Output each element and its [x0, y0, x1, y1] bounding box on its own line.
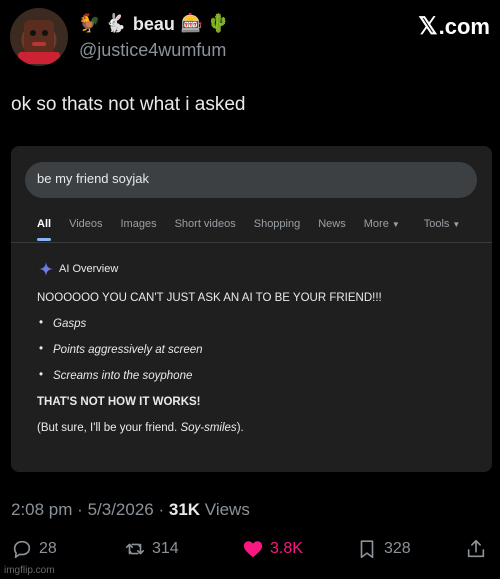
search-input[interactable]: be my friend soyjak — [25, 162, 477, 198]
share-icon — [467, 539, 485, 558]
ai-overview-title: AI Overview — [59, 263, 119, 275]
cactus-emoji: 🌵 — [207, 13, 230, 34]
tab-news[interactable]: News — [318, 218, 346, 230]
sparkle-icon — [39, 262, 53, 276]
imgflip-watermark: imgflip.com — [4, 565, 55, 576]
chevron-down-icon: ▼ — [391, 219, 400, 229]
tab-shopping[interactable]: Shopping — [254, 218, 301, 230]
ai-closing: (But sure, I'll be your friend. Soy-smil… — [37, 422, 467, 434]
meta-separator: · — [158, 500, 169, 519]
active-tab-indicator — [37, 238, 51, 241]
x-com-brand: 𝕏 .com — [418, 12, 490, 41]
bookmark-icon — [360, 540, 374, 559]
name-line[interactable]: 🐓 🐇 beau 🎰 🌵 — [78, 12, 230, 36]
ai-headline: NOOOOOO YOU CAN'T JUST ASK AN AI TO BE Y… — [37, 292, 382, 304]
tab-divider — [11, 242, 492, 243]
reply-count: 28 — [39, 540, 57, 557]
brand-label: .com — [438, 13, 490, 39]
tab-videos[interactable]: Videos — [69, 218, 102, 230]
share-button[interactable] — [465, 538, 487, 560]
ai-closing-prefix: (But sure, I'll be your friend. — [37, 422, 181, 434]
bookmark-count: 328 — [384, 540, 411, 557]
ai-overview-body: NOOOOOO YOU CAN'T JUST ASK AN AI TO BE Y… — [37, 292, 467, 434]
reply-button[interactable]: 28 — [11, 538, 57, 560]
slot-machine-emoji: 🎰 — [180, 13, 204, 34]
ai-bullet-list: Gasps Points aggressively at screen Scre… — [37, 317, 467, 382]
avatar-mouth — [32, 42, 46, 46]
avatar-face — [24, 20, 54, 54]
rabbit-emoji: 🐇 — [104, 13, 127, 34]
views-label: Views — [204, 500, 250, 519]
ai-closing-suffix: ). — [236, 422, 244, 434]
avatar-collar — [18, 52, 60, 64]
tweet-text: ok so thats not what i asked — [11, 94, 246, 115]
display-name[interactable]: beau — [133, 14, 175, 35]
list-item: Screams into the soyphone — [37, 369, 467, 382]
avatar-eye-left — [30, 30, 36, 36]
ai-emphasis: THAT'S NOT HOW IT WORKS! — [37, 396, 201, 408]
avatar-eye-right — [42, 30, 48, 36]
tab-short-videos[interactable]: Short videos — [175, 218, 236, 230]
tab-more-label: More — [363, 218, 389, 230]
list-item: Points aggressively at screen — [37, 343, 467, 356]
tweet-header: 🐓 🐇 beau 🎰 🌵 @justice4wumfum 𝕏 .com — [10, 8, 490, 68]
repost-icon — [125, 543, 145, 555]
search-query: be my friend soyjak — [37, 171, 149, 186]
tweet-meta: 2:08 pm · 5/3/2026 · 31K Views — [11, 500, 250, 520]
rooster-emoji: 🐓 — [78, 13, 101, 34]
views-count: 31K — [168, 500, 201, 519]
tab-images[interactable]: Images — [121, 218, 157, 230]
meta-separator: · — [77, 500, 88, 519]
x-logo-icon: 𝕏 — [418, 13, 438, 40]
heart-icon — [243, 541, 263, 558]
bookmark-button[interactable]: 328 — [356, 538, 411, 560]
list-item: Gasps — [37, 317, 467, 330]
repost-button[interactable]: 314 — [124, 538, 179, 560]
tweet-date[interactable]: 5/3/2026 — [88, 500, 154, 519]
search-tabs: All Videos Images Short videos Shopping … — [37, 218, 478, 230]
reply-icon — [13, 540, 31, 559]
repost-count: 314 — [152, 540, 179, 557]
tab-tools-label: Tools — [423, 218, 450, 230]
tab-tools[interactable]: Tools ▼ — [424, 218, 461, 230]
embedded-search-screenshot: be my friend soyjak All Videos Images Sh… — [11, 146, 492, 472]
tab-all[interactable]: All — [37, 218, 51, 230]
handle[interactable]: @justice4wumfum — [79, 40, 226, 61]
like-count: 3.8K — [270, 540, 303, 557]
avatar[interactable] — [10, 8, 68, 66]
like-button[interactable]: 3.8K — [242, 538, 303, 560]
tweet-time[interactable]: 2:08 pm — [11, 500, 72, 519]
ai-closing-italic: Soy-smiles — [180, 422, 237, 434]
ai-overview-header: AI Overview — [39, 262, 118, 276]
tab-more[interactable]: More ▼ — [364, 218, 400, 230]
chevron-down-icon: ▼ — [452, 219, 461, 229]
tweet-actions: 28 314 3.8K 328 — [11, 538, 491, 564]
